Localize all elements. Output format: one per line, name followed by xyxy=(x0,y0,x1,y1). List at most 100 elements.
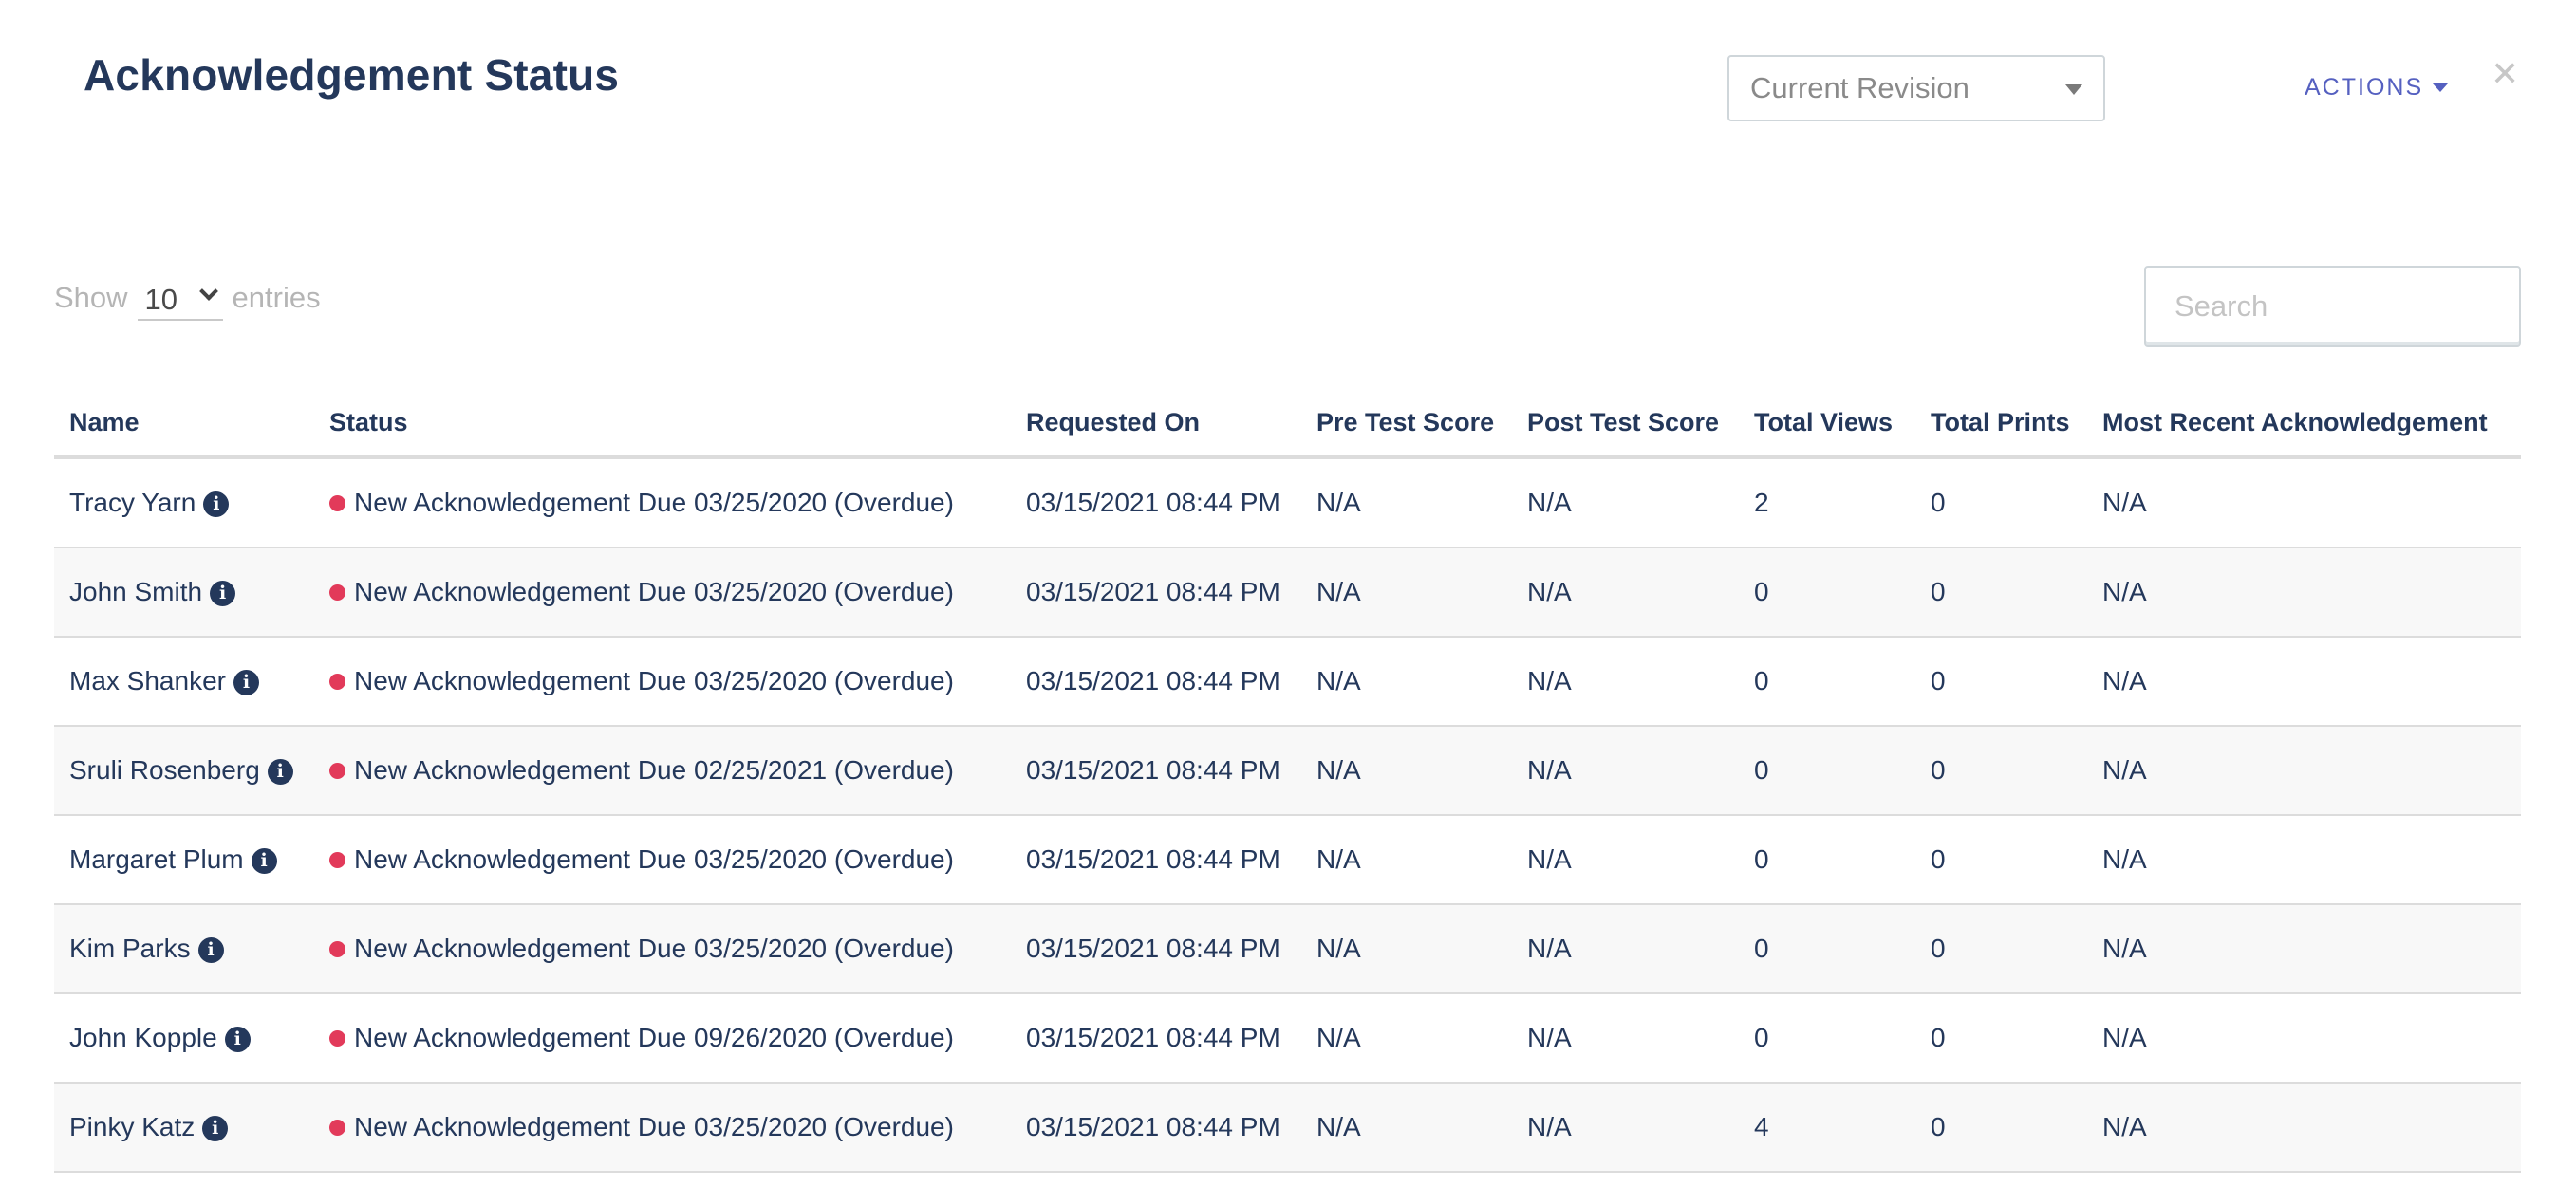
actions-dropdown-button[interactable]: ACTIONS xyxy=(2305,74,2449,102)
status-cell: New Acknowledgement Due 03/25/2020 (Over… xyxy=(314,457,1011,548)
search-input[interactable] xyxy=(2146,268,2519,345)
page-length-control: Show 10 entries xyxy=(54,275,321,321)
total-views-cell: 2 xyxy=(1739,457,1915,548)
post-test-score-cell: N/A xyxy=(1512,637,1739,727)
status-text: New Acknowledgement Due 03/25/2020 (Over… xyxy=(354,934,954,963)
status-dot-icon xyxy=(329,584,345,601)
revision-select[interactable]: Current Revision xyxy=(1727,55,2105,121)
pre-test-score-cell: N/A xyxy=(1301,1083,1512,1173)
most-recent-acknowledgement-cell: N/A xyxy=(2087,815,2521,905)
status-dot-icon xyxy=(329,1120,345,1136)
pre-test-score-cell: N/A xyxy=(1301,457,1512,548)
column-header-requested-on[interactable]: Requested On xyxy=(1011,389,1301,459)
status-dot-icon xyxy=(329,852,345,868)
info-icon[interactable]: i xyxy=(267,759,293,785)
info-icon[interactable]: i xyxy=(233,670,259,695)
total-views-cell: 4 xyxy=(1739,1083,1915,1173)
info-icon[interactable]: i xyxy=(224,1027,251,1052)
status-cell: New Acknowledgement Due 03/25/2020 (Over… xyxy=(314,637,1011,727)
user-name: John Smith xyxy=(69,577,203,606)
most-recent-acknowledgement-cell: N/A xyxy=(2087,904,2521,994)
requested-on-cell: 03/15/2021 08:44 PM xyxy=(1011,993,1301,1084)
post-test-score-cell: N/A xyxy=(1512,1083,1739,1173)
entries-per-page-select[interactable]: 10 xyxy=(137,275,223,321)
name-cell: Kim Parks i xyxy=(54,904,314,994)
column-header-total-prints[interactable]: Total Prints xyxy=(1915,389,2087,459)
user-name: Sruli Rosenberg xyxy=(69,755,260,785)
status-cell: New Acknowledgement Due 09/26/2020 (Over… xyxy=(314,993,1011,1084)
requested-on-cell: 03/15/2021 08:44 PM xyxy=(1011,726,1301,816)
post-test-score-cell: N/A xyxy=(1512,547,1739,638)
column-header-status[interactable]: Status xyxy=(314,389,1011,459)
requested-on-cell: 03/15/2021 08:44 PM xyxy=(1011,1083,1301,1173)
info-icon[interactable]: i xyxy=(251,848,277,874)
total-prints-cell: 0 xyxy=(1915,547,2087,638)
caret-down-icon xyxy=(2433,83,2449,92)
status-text: New Acknowledgement Due 03/25/2020 (Over… xyxy=(354,666,954,695)
status-cell: New Acknowledgement Due 03/25/2020 (Over… xyxy=(314,815,1011,905)
status-dot-icon xyxy=(329,495,345,511)
actions-label: ACTIONS xyxy=(2305,74,2424,101)
total-views-cell: 0 xyxy=(1739,815,1915,905)
entries-per-page-value: 10 xyxy=(144,283,178,316)
post-test-score-cell: N/A xyxy=(1512,904,1739,994)
pre-test-score-cell: N/A xyxy=(1301,637,1512,727)
info-icon[interactable]: i xyxy=(202,1116,229,1141)
pre-test-score-cell: N/A xyxy=(1301,904,1512,994)
most-recent-acknowledgement-cell: N/A xyxy=(2087,993,2521,1084)
column-header-total-views[interactable]: Total Views xyxy=(1739,389,1915,459)
pre-test-score-cell: N/A xyxy=(1301,993,1512,1084)
status-cell: New Acknowledgement Due 03/25/2020 (Over… xyxy=(314,904,1011,994)
pre-test-score-cell: N/A xyxy=(1301,815,1512,905)
total-prints-cell: 0 xyxy=(1915,637,2087,727)
page-title: Acknowledgement Status xyxy=(84,50,620,100)
table-row: Margaret Plum i New Acknowledgement Due 03… xyxy=(54,815,2521,905)
status-dot-icon xyxy=(329,941,345,957)
info-icon[interactable]: i xyxy=(203,491,230,517)
name-cell: Pinky Katz i xyxy=(54,1083,314,1173)
info-icon[interactable]: i xyxy=(210,581,236,606)
total-prints-cell: 0 xyxy=(1915,726,2087,816)
most-recent-acknowledgement-cell: N/A xyxy=(2087,547,2521,638)
search-box xyxy=(2144,266,2521,347)
post-test-score-cell: N/A xyxy=(1512,457,1739,548)
user-name: Pinky Katz xyxy=(69,1112,196,1141)
info-icon[interactable]: i xyxy=(197,937,224,963)
status-dot-icon xyxy=(329,763,345,779)
column-header-post-test-score[interactable]: Post Test Score xyxy=(1512,389,1739,459)
most-recent-acknowledgement-cell: N/A xyxy=(2087,726,2521,816)
name-cell: John Smith i xyxy=(54,547,314,638)
table-row: Max Shanker i New Acknowledgement Due 03/2… xyxy=(54,637,2521,727)
total-prints-cell: 0 xyxy=(1915,457,2087,548)
status-cell: New Acknowledgement Due 03/25/2020 (Over… xyxy=(314,1083,1011,1173)
status-text: New Acknowledgement Due 03/25/2020 (Over… xyxy=(354,577,954,606)
table-row: John Smith i New Acknowledgement Due 03/25… xyxy=(54,547,2521,638)
requested-on-cell: 03/15/2021 08:44 PM xyxy=(1011,815,1301,905)
table-header-row: Name Status Requested On Pre Test Score … xyxy=(54,389,2521,459)
user-name: Max Shanker xyxy=(69,666,226,695)
column-header-pre-test-score[interactable]: Pre Test Score xyxy=(1301,389,1512,459)
requested-on-cell: 03/15/2021 08:44 PM xyxy=(1011,637,1301,727)
user-name: Kim Parks xyxy=(69,934,191,963)
total-prints-cell: 0 xyxy=(1915,993,2087,1084)
post-test-score-cell: N/A xyxy=(1512,993,1739,1084)
requested-on-cell: 03/15/2021 08:44 PM xyxy=(1011,904,1301,994)
close-icon[interactable]: ✕ xyxy=(2491,55,2519,93)
name-cell: Tracy Yarn i xyxy=(54,457,314,548)
revision-select-value: Current Revision xyxy=(1750,71,1969,104)
status-dot-icon xyxy=(329,1030,345,1047)
entries-label: entries xyxy=(232,281,321,314)
status-dot-icon xyxy=(329,674,345,690)
name-cell: Sruli Rosenberg i xyxy=(54,726,314,816)
table-row: Tracy Yarn i New Acknowledgement Due 03/25… xyxy=(54,457,2521,548)
acknowledgement-table: Name Status Requested On Pre Test Score … xyxy=(54,389,2521,1173)
table-row: Pinky Katz i New Acknowledgement Due 03/25… xyxy=(54,1083,2521,1173)
column-header-most-recent-acknowledgement[interactable]: Most Recent Acknowledgement xyxy=(2087,389,2521,459)
column-header-name[interactable]: Name xyxy=(54,389,314,459)
name-cell: Margaret Plum i xyxy=(54,815,314,905)
name-cell: Max Shanker i xyxy=(54,637,314,727)
post-test-score-cell: N/A xyxy=(1512,815,1739,905)
caret-down-icon xyxy=(2065,84,2082,95)
requested-on-cell: 03/15/2021 08:44 PM xyxy=(1011,547,1301,638)
user-name: Margaret Plum xyxy=(69,844,244,874)
